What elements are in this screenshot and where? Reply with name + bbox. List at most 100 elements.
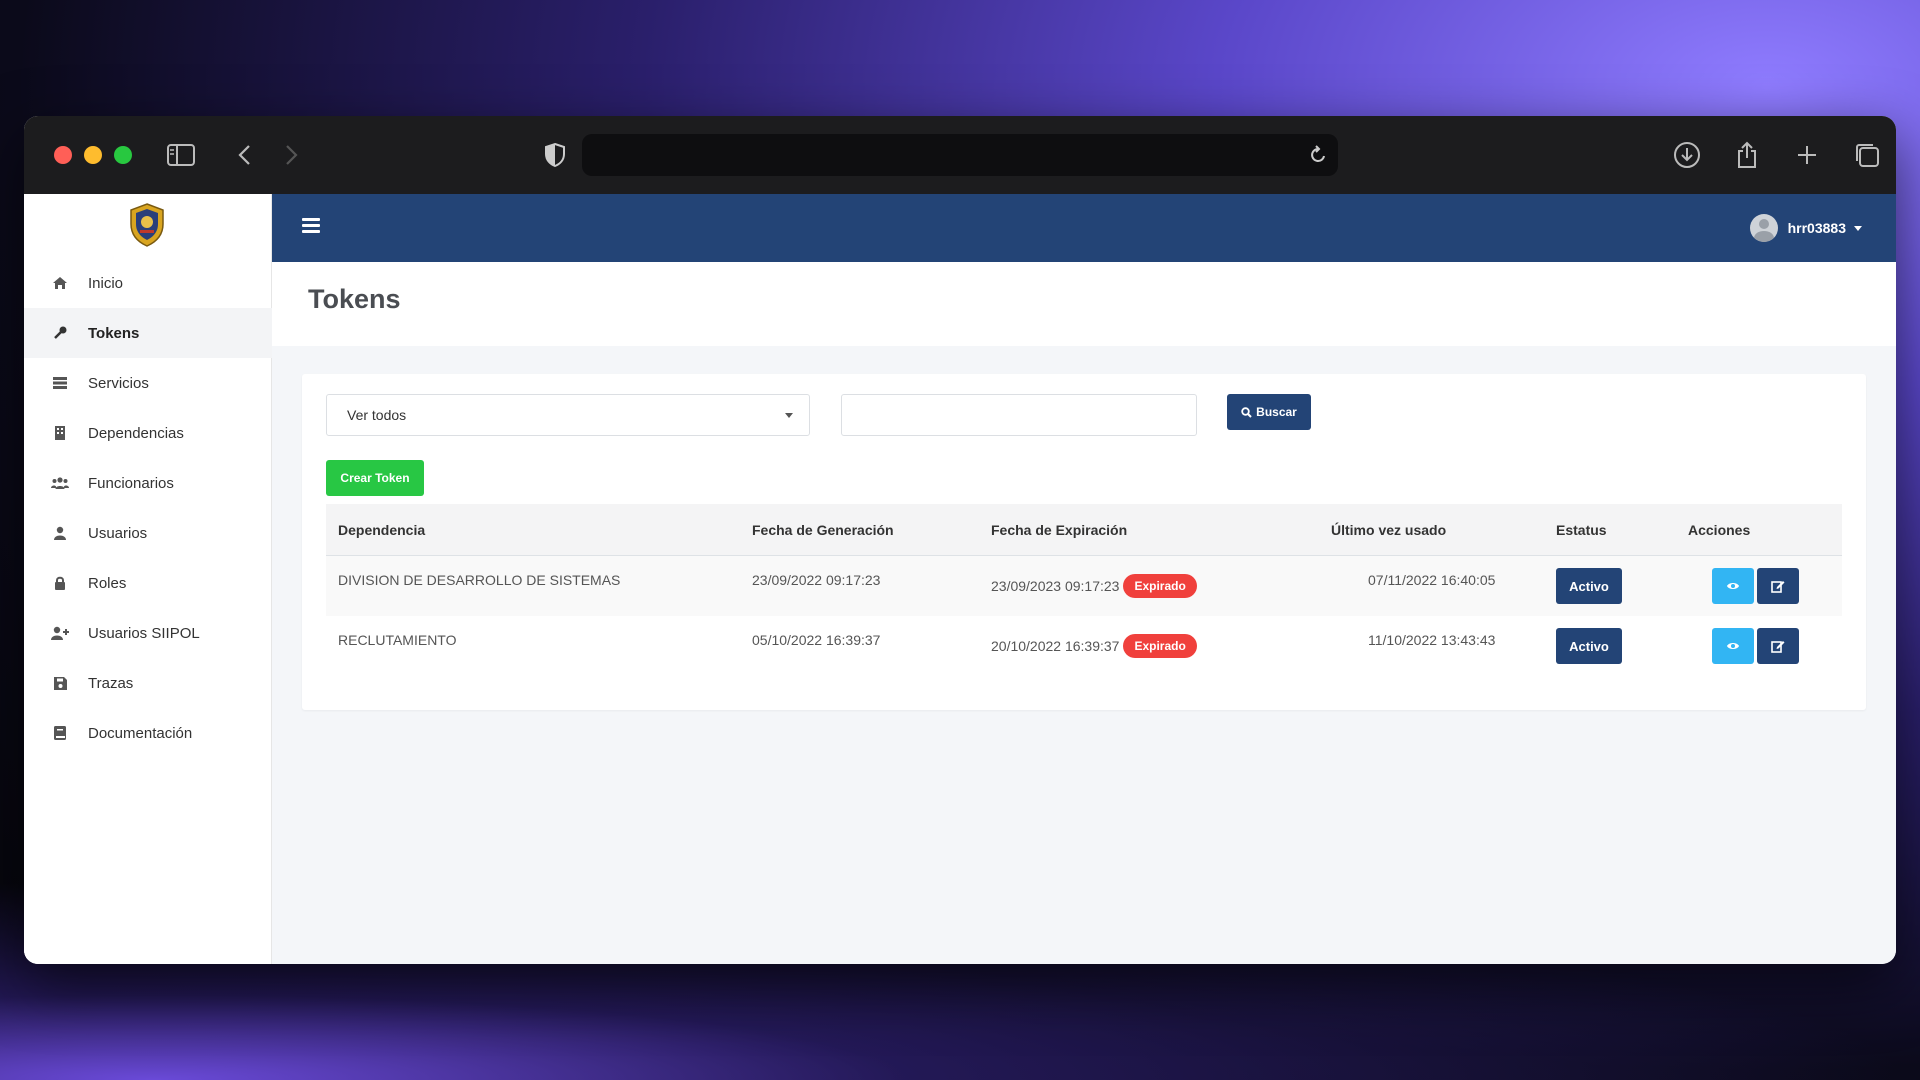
cell-fecha-generacion: 05/10/2022 16:39:37 [752, 632, 881, 648]
sidebar-item-label: Funcionarios [88, 474, 174, 492]
username: hrr03883 [1787, 220, 1846, 236]
building-icon [50, 425, 70, 441]
eye-icon [1727, 583, 1739, 589]
edit-icon [1771, 581, 1785, 593]
reload-icon[interactable] [1308, 144, 1328, 171]
chevron-down-icon [1854, 225, 1862, 231]
sidebar-item-label: Servicios [88, 374, 149, 392]
cell-fecha-expiracion: 23/09/2023 09:17:23 Expirado [991, 556, 1197, 616]
page-header: Tokens [272, 262, 1896, 346]
tokens-table: Dependencia Fecha de Generación Fecha de… [326, 504, 1842, 676]
column-header-estatus[interactable]: Estatus [1556, 504, 1607, 555]
cell-ultimo-uso: 07/11/2022 16:40:05 [1368, 572, 1496, 588]
edit-button[interactable] [1757, 628, 1799, 664]
expiration-date: 23/09/2023 09:17:23 [991, 578, 1120, 594]
forward-icon[interactable] [276, 140, 306, 170]
shield-icon[interactable] [540, 140, 570, 170]
cell-fecha-generacion: 23/09/2022 09:17:23 [752, 572, 881, 588]
sidebar-item-label: Usuarios [88, 524, 148, 542]
users-icon [50, 475, 70, 491]
tokens-card: Ver todos Buscar Crear Token Dependencia… [302, 374, 1866, 710]
edit-button[interactable] [1757, 568, 1799, 604]
download-icon[interactable] [1672, 140, 1702, 170]
window-controls [54, 146, 132, 164]
avatar [1749, 214, 1778, 242]
eye-icon [1727, 643, 1739, 649]
minimize-window-button[interactable] [84, 146, 102, 164]
view-button[interactable] [1712, 628, 1754, 664]
sidebar-item-inicio[interactable]: Inicio [24, 258, 272, 308]
status-badge: Expirado [1123, 634, 1197, 658]
sidebar-item-label: Dependencias [88, 424, 184, 442]
book-icon [50, 725, 70, 741]
sidebar-item-label: Usuarios SIIPOL [88, 624, 200, 642]
status-badge: Expirado [1123, 574, 1197, 598]
sidebar-item-label: Tokens [88, 324, 140, 342]
table-header: Dependencia Fecha de Generación Fecha de… [326, 504, 1842, 556]
maximize-window-button[interactable] [114, 146, 132, 164]
column-header-acciones: Acciones [1688, 521, 1751, 538]
new-tab-icon[interactable] [1792, 140, 1822, 170]
lock-icon [50, 575, 70, 591]
status-toggle-button[interactable]: Activo [1556, 568, 1622, 604]
cell-estatus: Activo [1556, 616, 1622, 676]
search-button[interactable]: Buscar [1227, 394, 1311, 430]
sidebar-item-tokens[interactable]: Tokens [24, 308, 272, 358]
sidebar-item-documentacion[interactable]: Documentación [24, 708, 272, 758]
sidebar-item-label: Roles [88, 574, 127, 592]
sidebar-item-label: Documentación [88, 724, 193, 742]
chevron-down-icon [785, 413, 793, 418]
server-icon [50, 375, 70, 391]
close-window-button[interactable] [54, 146, 72, 164]
column-header-fecha-expiracion[interactable]: Fecha de Expiración [991, 504, 1127, 555]
column-header-dependencia[interactable]: Dependencia [338, 504, 425, 555]
cell-acciones [1712, 616, 1799, 676]
sidebar-item-usuarios-siipol[interactable]: Usuarios SIIPOL [24, 608, 272, 658]
column-header-fecha-generacion[interactable]: Fecha de Generación [752, 504, 894, 555]
sidebar-toggle-icon[interactable] [166, 140, 196, 170]
back-icon[interactable] [230, 140, 260, 170]
create-token-button[interactable]: Crear Token [326, 460, 424, 496]
cell-estatus: Activo [1556, 556, 1622, 616]
column-header-ultimo-uso[interactable]: Último vez usado [1331, 504, 1446, 555]
view-button[interactable] [1712, 568, 1754, 604]
sidebar-item-label: Trazas [88, 674, 134, 692]
page-title: Tokens [308, 284, 401, 314]
app-logo [128, 202, 166, 248]
table-row: RECLUTAMIENTO 05/10/2022 16:39:37 20/10/… [326, 616, 1842, 676]
cell-dependencia: RECLUTAMIENTO [338, 632, 457, 648]
status-toggle-button[interactable]: Activo [1556, 628, 1622, 664]
sidebar-nav: Inicio Tokens Servicios Dependencias Fun… [24, 258, 272, 758]
sidebar-item-dependencias[interactable]: Dependencias [24, 408, 272, 458]
user-menu[interactable]: hrr03883 [1749, 214, 1862, 242]
cell-acciones [1712, 556, 1799, 616]
sidebar-item-trazas[interactable]: Trazas [24, 658, 272, 708]
browser-toolbar [24, 116, 1896, 194]
user-plus-icon [50, 625, 70, 641]
expiration-date: 20/10/2022 16:39:37 [991, 638, 1120, 654]
key-icon [50, 325, 70, 341]
menu-icon[interactable] [302, 218, 320, 234]
home-icon [50, 275, 70, 291]
cell-fecha-expiracion: 20/10/2022 16:39:37 Expirado [991, 616, 1197, 676]
sidebar: Inicio Tokens Servicios Dependencias Fun… [24, 194, 272, 964]
sidebar-item-usuarios[interactable]: Usuarios [24, 508, 272, 558]
address-bar[interactable] [582, 134, 1338, 176]
filter-select-value: Ver todos [347, 407, 407, 423]
sidebar-item-roles[interactable]: Roles [24, 558, 272, 608]
search-input[interactable] [841, 394, 1197, 436]
sidebar-item-servicios[interactable]: Servicios [24, 358, 272, 408]
sidebar-item-label: Inicio [88, 274, 124, 292]
browser-window: Inicio Tokens Servicios Dependencias Fun… [24, 116, 1896, 964]
tab-overview-icon[interactable] [1852, 140, 1882, 170]
share-icon[interactable] [1732, 140, 1762, 170]
user-icon [50, 525, 70, 541]
edit-icon [1771, 641, 1785, 653]
table-row: DIVISION DE DESARROLLO DE SISTEMAS 23/09… [326, 556, 1842, 616]
filter-select[interactable]: Ver todos [326, 394, 810, 436]
cell-ultimo-uso: 11/10/2022 13:43:43 [1368, 632, 1496, 648]
cell-dependencia: DIVISION DE DESARROLLO DE SISTEMAS [338, 572, 621, 588]
sidebar-item-funcionarios[interactable]: Funcionarios [24, 458, 272, 508]
search-button-label: Buscar [1256, 405, 1297, 419]
search-icon [1241, 406, 1252, 418]
